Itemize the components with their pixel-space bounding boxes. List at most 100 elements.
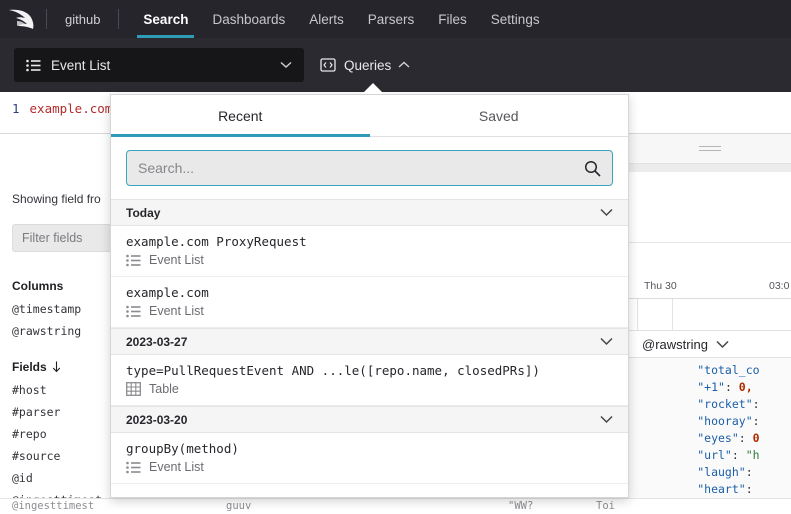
falcon-logo-icon[interactable] — [0, 8, 46, 30]
timeline-header-strip — [628, 164, 791, 172]
app-root: github Search Dashboards Alerts Parsers … — [0, 0, 791, 514]
arrow-down-icon[interactable] — [52, 361, 61, 373]
bottom-left-text: @ingesttimest — [12, 500, 95, 512]
group-header-2023-03-20[interactable]: 2023-03-20 — [111, 406, 628, 433]
popup-search-wrapper: Search... — [111, 137, 628, 199]
filter-fields-placeholder: Filter fields — [22, 231, 83, 245]
chevron-down-icon[interactable] — [600, 208, 613, 217]
bottom-partial-row: @ingesttimest guuv "WW? Toi — [0, 498, 791, 514]
query-editor-line[interactable]: 1 example.com — [12, 101, 112, 116]
json-line: "total_co — [628, 363, 760, 377]
group-header-today[interactable]: Today — [111, 199, 628, 226]
fields-section: Fields #host #parser #repo #source @id @… — [12, 360, 102, 511]
nav-divider-right — [118, 9, 120, 29]
query-type: Event List — [126, 304, 613, 318]
query-type-label: Event List — [149, 253, 204, 267]
query-name: groupBy(method) — [126, 441, 239, 456]
json-line: "+1": 0, — [628, 380, 753, 394]
json-line: "laugh": — [628, 465, 753, 479]
list-item[interactable]: example.com ProxyRequest Event List — [111, 226, 628, 277]
query-type: Event List — [126, 460, 613, 474]
timeline-chart[interactable]: Thu 30 03:0 — [628, 172, 791, 334]
queries-button[interactable]: Queries — [320, 48, 410, 82]
json-line: "rocket": — [628, 397, 760, 411]
fields-heading-label: Fields — [12, 360, 47, 374]
json-line: "hooray": — [628, 414, 760, 428]
code-brackets-icon — [320, 57, 336, 73]
top-navigation-bar: github Search Dashboards Alerts Parsers … — [0, 0, 791, 38]
tab-saved[interactable]: Saved — [370, 95, 629, 136]
query-text: example.com — [29, 101, 113, 116]
nav-tab-search[interactable]: Search — [131, 0, 200, 38]
nav-tab-files[interactable]: Files — [426, 0, 479, 38]
list-icon — [126, 254, 141, 267]
right-pane: Thu 30 03:0 @rawstring "total_co "+1": 0… — [628, 134, 791, 514]
list-icon — [26, 59, 41, 72]
column-item-timestamp[interactable]: @timestamp — [12, 298, 81, 320]
query-type-label: Event List — [149, 304, 204, 318]
query-name: example.com — [126, 285, 209, 300]
list-item[interactable]: example.com Event List — [111, 277, 628, 328]
list-item[interactable]: type=PullRequestEvent AND ...le([repo.na… — [111, 355, 628, 406]
line-number: 1 — [12, 101, 20, 116]
tenant-name[interactable]: github — [47, 12, 118, 27]
column-item-rawstring[interactable]: @rawstring — [12, 320, 81, 342]
view-type-label: Event List — [51, 57, 111, 73]
list-item[interactable]: groupBy(method) Event List — [111, 433, 628, 484]
timeline-label-1: 03:0 — [769, 280, 790, 292]
query-type-label: Table — [149, 382, 179, 396]
query-name: type=PullRequestEvent AND ...le([repo.na… — [126, 363, 540, 378]
columns-section: Columns @timestamp @rawstring — [12, 279, 81, 342]
chevron-up-icon — [398, 61, 410, 69]
json-content[interactable]: "total_co "+1": 0, "rocket": "hooray": "… — [628, 358, 791, 514]
json-line: "heart": — [628, 482, 753, 496]
filter-fields-input[interactable]: Filter fields — [12, 224, 120, 252]
field-item-repo[interactable]: #repo — [12, 423, 102, 445]
nav-tab-parsers[interactable]: Parsers — [356, 0, 427, 38]
recent-queries-list[interactable]: Today example.com ProxyRequest Event Lis… — [111, 199, 628, 497]
json-line: "url": "h — [628, 448, 760, 462]
group-header-2023-03-27[interactable]: 2023-03-27 — [111, 328, 628, 355]
json-line: "eyes": 0 — [628, 431, 760, 445]
search-input-placeholder: Search... — [138, 160, 195, 176]
field-item-parser[interactable]: #parser — [12, 401, 102, 423]
timeline-label-0: Thu 30 — [644, 280, 677, 292]
query-type-label: Event List — [149, 460, 204, 474]
popup-pointer-arrow — [362, 83, 384, 94]
fields-heading: Fields — [12, 360, 102, 374]
json-field-header[interactable]: @rawstring — [628, 330, 791, 358]
group-header-label: 2023-03-20 — [126, 412, 188, 427]
query-type: Event List — [126, 253, 613, 267]
json-field-label: @rawstring — [642, 336, 708, 352]
queries-popup: Recent Saved Search... Today example.com… — [110, 94, 629, 498]
columns-heading-label: Columns — [12, 279, 64, 293]
nav-tab-dashboards[interactable]: Dashboards — [200, 0, 297, 38]
field-item-id[interactable]: @id — [12, 467, 102, 489]
nav-tabs: Search Dashboards Alerts Parsers Files S… — [131, 0, 551, 38]
popup-tabs: Recent Saved — [111, 95, 628, 137]
chevron-down-icon[interactable] — [716, 340, 729, 349]
drag-handle-icon[interactable] — [628, 134, 791, 164]
view-type-selector[interactable]: Event List — [14, 48, 304, 82]
field-item-host[interactable]: #host — [12, 379, 102, 401]
bottom-fragment-0: guuv — [226, 500, 252, 512]
search-icon[interactable] — [584, 160, 601, 177]
query-type: Table — [126, 382, 613, 396]
nav-tab-alerts[interactable]: Alerts — [297, 0, 356, 38]
tab-recent[interactable]: Recent — [111, 95, 370, 137]
nav-tab-settings[interactable]: Settings — [479, 0, 552, 38]
table-icon — [126, 382, 141, 396]
chevron-down-icon — [280, 61, 292, 69]
field-item-source[interactable]: #source — [12, 445, 102, 467]
group-header-label: 2023-03-27 — [126, 334, 188, 349]
list-icon — [126, 461, 141, 474]
chevron-down-icon[interactable] — [600, 415, 613, 424]
query-name: example.com ProxyRequest — [126, 234, 307, 249]
showing-fields-text: Showing field fro — [12, 192, 101, 206]
chevron-down-icon[interactable] — [600, 337, 613, 346]
bottom-fragment-1: "WW? — [508, 500, 534, 512]
queries-button-label: Queries — [344, 57, 392, 73]
list-icon — [126, 305, 141, 318]
fields-sidebar: Showing field fro Filter fields Columns … — [0, 134, 120, 514]
search-input[interactable]: Search... — [126, 150, 613, 186]
